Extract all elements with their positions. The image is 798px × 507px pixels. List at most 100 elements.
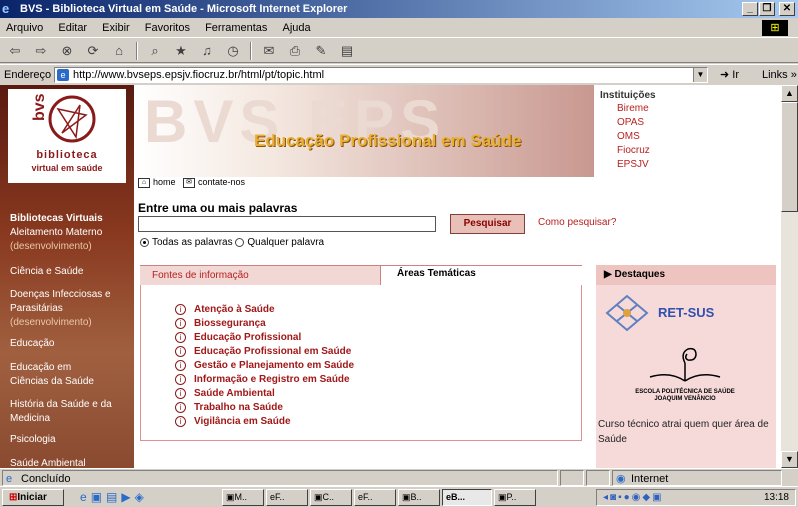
media-player-icon[interactable]: ▶ [121, 490, 134, 504]
tab-sources[interactable]: Fontes de informação [140, 265, 380, 285]
institution-link-bireme[interactable]: Bireme [617, 102, 780, 116]
radio-all-words[interactable]: Todas as palavras [140, 237, 233, 248]
escola-caption: ESCOLA POLITÉCNICA DE SAÚDE JOAQUIM VENÂN… [600, 389, 770, 403]
menu-ajuda[interactable]: Ajuda [282, 22, 310, 34]
favorites-icon[interactable]: ★ [172, 42, 190, 60]
topic-list: i Atenção à Saúde i Biossegurança i Educaçã… [175, 303, 354, 429]
address-input[interactable]: e http://www.bvseps.epsjv.fiocruz.br/htm… [54, 67, 708, 83]
explorer-icon[interactable]: ◈ [135, 490, 148, 504]
media-icon[interactable]: ♫ [198, 42, 216, 60]
stop-icon[interactable]: ⊗ [58, 42, 76, 60]
ie-quicklaunch-icon[interactable]: e [80, 490, 91, 504]
menu-exibir[interactable]: Exibir [102, 22, 130, 34]
topic-item[interactable]: i Informação e Registro em Saúde [175, 373, 354, 387]
edit-icon[interactable]: ✎ [312, 42, 330, 60]
status-text-panel: e Concluído [2, 470, 558, 486]
topic-item[interactable]: i Atenção à Saúde [175, 303, 354, 317]
logo-line-2: virtual em saúde [31, 163, 103, 173]
radio-all-label: Todas as palavras [152, 237, 233, 248]
folder-icon[interactable]: ▤ [106, 490, 121, 504]
taskbar-button[interactable]: ▣M.. [222, 489, 264, 506]
toolbar: ⇦ ⇨ ⊗ ⟳ ⌂ ⌕ ★ ♫ ◷ ✉ ⎙ ✎ ▤ [0, 39, 798, 63]
taskbar-button[interactable]: eF.. [266, 489, 308, 506]
discuss-icon[interactable]: ▤ [338, 42, 356, 60]
topic-item[interactable]: i Educação Profissional em Saúde [175, 345, 354, 359]
news-link[interactable]: Curso técnico atrai quem quer área de Sa… [598, 417, 773, 447]
back-icon[interactable]: ⇦ [6, 42, 24, 60]
scroll-up-icon[interactable]: ▲ [781, 85, 798, 102]
scroll-down-icon[interactable]: ▼ [781, 451, 798, 468]
contact-link[interactable]: ✉ contate-nos [183, 177, 246, 188]
taskbar-button-label: P.. [506, 492, 517, 502]
how-to-search-link[interactable]: Como pesquisar? [538, 217, 616, 228]
sidebar-item-doencas[interactable]: Doenças Infecciosas e Parasitárias (desen… [10, 288, 130, 330]
tab-areas[interactable]: Áreas Temáticas [380, 265, 582, 285]
sidebar-item-saude-ambiental[interactable]: Saúde Ambiental [10, 457, 134, 468]
sidebar-item-historia[interactable]: História da Saúde e da Medicina [10, 398, 122, 426]
mail-icon[interactable]: ✉ [260, 42, 278, 60]
printer-icon[interactable]: ▣ [652, 492, 663, 503]
topic-item[interactable]: i Vigilância em Saúde [175, 415, 354, 429]
volume-icon[interactable]: ◂ [603, 492, 610, 503]
history-icon[interactable]: ◷ [224, 42, 242, 60]
sidebar-item-psicologia[interactable]: Psicologia [10, 433, 134, 447]
maximize-button[interactable]: ❐ [759, 2, 775, 16]
desktop-icon[interactable]: ▣ [91, 490, 106, 504]
tray-icons[interactable]: ◂◙▪●◉◆▣ [603, 490, 664, 505]
topic-item[interactable]: i Educação Profissional [175, 331, 354, 345]
zone-text: Internet [631, 473, 669, 485]
institution-link-fiocruz[interactable]: Fiocruz [617, 144, 780, 158]
escola-politecnica-logo[interactable]: ESCOLA POLITÉCNICA DE SAÚDE JOAQUIM VENÂN… [600, 341, 770, 411]
institution-link-epsjv[interactable]: EPSJV [617, 158, 780, 172]
network-icon[interactable]: ◙ [610, 492, 618, 503]
sidebar-item-educacao[interactable]: Educação [10, 337, 134, 351]
search-button[interactable]: Pesquisar [450, 214, 525, 234]
institution-link-opas[interactable]: OPAS [617, 116, 780, 130]
contact-link-label: contate-nos [198, 177, 246, 187]
search-icon[interactable]: ⌕ [146, 42, 164, 60]
menu-editar[interactable]: Editar [58, 22, 87, 34]
taskbar-button[interactable]: ▣C.. [310, 489, 352, 506]
bvs-logo-mark-icon: bvs [32, 93, 96, 143]
vertical-scrollbar[interactable]: ▲ ▼ [781, 85, 798, 468]
institution-link-oms[interactable]: OMS [617, 130, 780, 144]
taskbar-button[interactable]: ▣B.. [398, 489, 440, 506]
home-link[interactable]: ⌂ home [138, 177, 176, 188]
update-icon[interactable]: ◆ [642, 492, 652, 503]
go-button[interactable]: ➜ Ir [720, 65, 739, 85]
menu-ferramentas[interactable]: Ferramentas [205, 22, 267, 34]
menu-favoritos[interactable]: Favoritos [145, 22, 190, 34]
home-icon[interactable]: ⌂ [110, 42, 128, 60]
close-button[interactable]: ✕ [779, 2, 795, 16]
antivirus-icon[interactable]: ◉ [632, 492, 643, 503]
bvs-logo[interactable]: bvs biblioteca virtual em saúde [8, 89, 126, 183]
sidebar-item-educacao-ciencias[interactable]: Educação em Ciências da Saúde [10, 361, 100, 389]
radio-any-word[interactable]: Qualquer palavra [235, 237, 324, 248]
sidebar-item-aleitamento[interactable]: Aleitamento Materno (desenvolvimento) [10, 226, 134, 254]
topic-item[interactable]: i Biossegurança [175, 317, 354, 331]
taskbar-button-active[interactable]: eB... [442, 489, 492, 506]
links-button[interactable]: Links » [762, 65, 797, 85]
start-button[interactable]: ⊞Iniciar [2, 489, 64, 506]
ret-sus-banner[interactable]: RET-SUS [602, 293, 772, 333]
minimize-button[interactable]: _ [742, 2, 758, 16]
topic-item[interactable]: i Trabalho na Saúde [175, 401, 354, 415]
scroll-thumb[interactable] [781, 102, 798, 212]
search-input[interactable] [138, 216, 436, 232]
forward-icon[interactable]: ⇨ [32, 42, 50, 60]
info-icon: i [175, 359, 186, 371]
chevron-down-icon[interactable]: ▼ [693, 68, 707, 82]
taskbar-button[interactable]: eF.. [354, 489, 396, 506]
messenger-icon[interactable]: ● [624, 492, 632, 503]
title-bar[interactable]: e BVS - Biblioteca Virtual em Saúde - Mi… [0, 0, 798, 18]
refresh-icon[interactable]: ⟳ [84, 42, 102, 60]
topic-item[interactable]: i Gestão e Planejamento em Saúde [175, 359, 354, 373]
sidebar-item-ciencia[interactable]: Ciência e Saúde [10, 265, 134, 279]
taskbar-button[interactable]: ▣P.. [494, 489, 536, 506]
topic-item[interactable]: i Saúde Ambiental [175, 387, 354, 401]
sidebar-item-note: (desenvolvimento) [10, 241, 92, 252]
menu-arquivo[interactable]: Arquivo [6, 22, 43, 34]
print-icon[interactable]: ⎙ [286, 42, 304, 60]
clock[interactable]: 13:18 [764, 490, 789, 505]
quick-launch[interactable]: e▣▤▶◈ [80, 490, 148, 504]
